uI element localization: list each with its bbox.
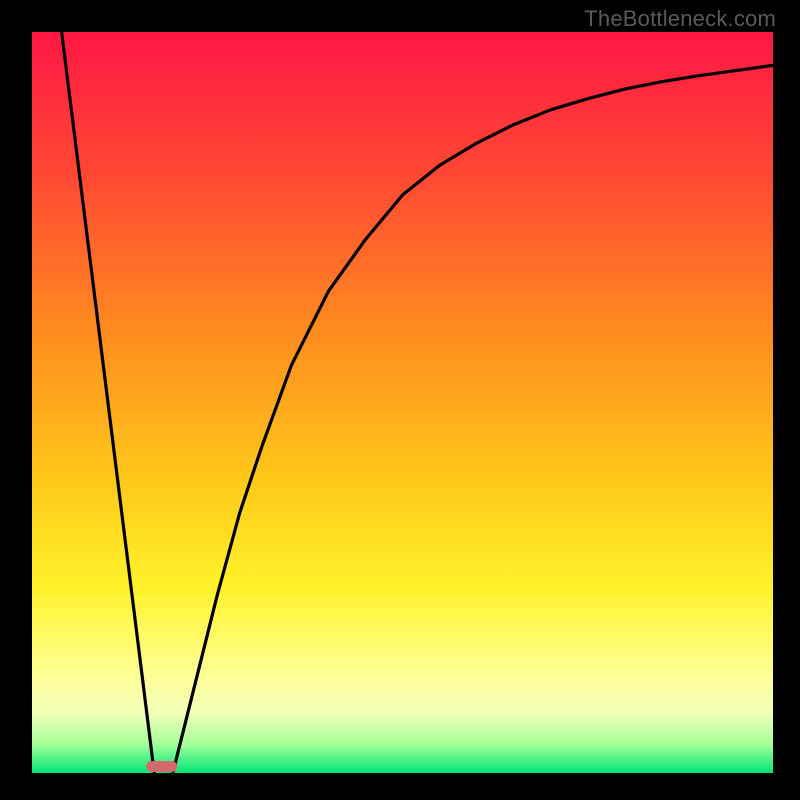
chart-svg — [32, 32, 773, 773]
gradient-background — [32, 32, 773, 773]
watermark-text: TheBottleneck.com — [584, 6, 776, 32]
plot-area — [32, 32, 773, 773]
marker-group — [146, 761, 177, 772]
chart-frame: TheBottleneck.com — [0, 0, 800, 800]
bottleneck-pill — [146, 761, 177, 772]
